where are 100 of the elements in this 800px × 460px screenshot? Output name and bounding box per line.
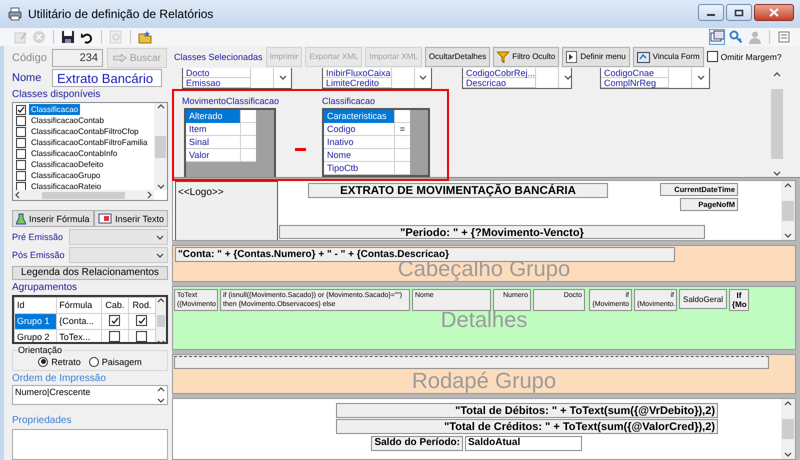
table-field[interactable]: LimiteCredito (323, 78, 392, 88)
action-button[interactable]: Filtro Oculto (493, 46, 560, 67)
scrollbar-thumb[interactable] (782, 419, 794, 439)
checkbox[interactable] (16, 116, 26, 126)
action-button[interactable]: Definir menu (562, 46, 630, 67)
close-button[interactable] (754, 4, 794, 21)
table-field[interactable]: CodigoCobrRej... (463, 68, 536, 78)
table-field[interactable]: InibirFluxoCaixa (323, 68, 392, 78)
scrollbar-thumb[interactable] (771, 88, 783, 158)
vertical-scrollbar[interactable] (770, 72, 784, 176)
separator-field[interactable] (174, 356, 769, 369)
list-item[interactable]: ClassificacaoContabInfo (29, 148, 120, 159)
list-item[interactable]: ClassificacaoDefeito (29, 159, 106, 170)
scrollbar-thumb[interactable] (782, 200, 794, 220)
table-field[interactable]: Valor (186, 148, 256, 162)
close-icon (769, 8, 779, 17)
insert-text-button[interactable]: Inserir Texto (94, 210, 168, 227)
key-button[interactable] (728, 29, 744, 45)
report-field[interactable]: EXTRATO DE MOVIMENTAÇÃO BANCÁRIA (308, 183, 608, 198)
checkbox[interactable] (16, 182, 26, 190)
table-field[interactable]: Item (186, 122, 256, 136)
list-item[interactable]: ClassificacaoContab (29, 115, 106, 126)
action-button[interactable]: Vincula Form (632, 46, 704, 67)
action-button[interactable]: OcultarDetalhes (424, 46, 490, 67)
save-button[interactable] (60, 29, 76, 45)
checkbox[interactable] (16, 170, 26, 180)
table-field[interactable]: Docto (183, 68, 251, 78)
emission-label: Pós Emissão (12, 250, 65, 260)
report-field[interactable]: If {Mo (729, 289, 749, 311)
scrollbar-thumb[interactable] (155, 136, 166, 158)
omit-margin-checkbox[interactable]: Omitir Margem? (706, 51, 782, 62)
table-field[interactable]: TipoCtb (324, 162, 410, 174)
classes-label: Classes disponíveis (12, 90, 102, 100)
checkbox[interactable] (109, 330, 120, 342)
list-item[interactable]: Classificacao (29, 104, 80, 115)
checkbox[interactable] (16, 104, 26, 114)
properties-label: Propriedades (12, 416, 72, 426)
table-field[interactable]: CodigoCnae (601, 68, 669, 78)
table-field[interactable]: Caracteristicas (324, 110, 410, 122)
checkbox[interactable] (16, 138, 26, 148)
list-item[interactable]: ClassificacaoContabFiltroFamilia (29, 137, 150, 148)
table-field[interactable]: Inativo (324, 136, 410, 148)
checkbox[interactable] (109, 315, 120, 326)
list-button[interactable] (776, 29, 792, 45)
report-field[interactable]: "Periodo: " + {?Movimento-Vencto} (279, 225, 705, 239)
classes-list[interactable]: Classificacao ClassificacaoContab ClassificacaoContabFiltroCfop ClassificacaoContabFiltroFamilia ClassificacaoContabInfo ClassificacaoDefeito ClassificacaoGrupo ClassificacaoRateio (12, 102, 168, 201)
list-item[interactable]: ClassificacaoGrupo (29, 170, 102, 181)
report-field[interactable]: "Total de Créditos: " + ToText(sum({@ValorCred}),2) (336, 419, 718, 434)
report-field[interactable]: SaldoAtual (465, 436, 582, 451)
checkbox[interactable] (16, 148, 26, 158)
list-item[interactable]: ClassificacaoContabFiltroCfop (29, 126, 141, 137)
scrollbar-thumb[interactable] (157, 315, 165, 328)
undo-icon (80, 30, 94, 44)
vertical-scrollbar[interactable] (154, 103, 167, 190)
radio-button[interactable]: Paisagem (88, 356, 142, 367)
legend-button[interactable]: Legenda dos Relacionamentos (12, 266, 168, 280)
table-field[interactable]: Nome (324, 148, 410, 162)
checkbox[interactable] (136, 315, 148, 326)
column-header: Fórmula (56, 297, 102, 314)
input-field[interactable]: Extrato Bancário (52, 69, 162, 87)
list-item[interactable]: ClassificacaoRateio (29, 181, 104, 190)
radio-button[interactable]: Retrato (38, 356, 81, 367)
arrow-icon (113, 51, 127, 65)
table-field[interactable]: Emissao (183, 78, 251, 88)
report-field[interactable]: "Total de Débitos: " + ToText(sum({@VrDebito}),2) (336, 403, 718, 418)
vertical-scrollbar[interactable] (781, 181, 795, 240)
edit-icon (13, 30, 27, 44)
maximize-button[interactable] (726, 4, 752, 21)
report-field[interactable]: <<Logo>> (175, 181, 278, 240)
table-field[interactable]: Codigo = (324, 122, 410, 136)
table-field[interactable]: Sinal (186, 136, 256, 148)
check-icon (110, 316, 119, 325)
report-field[interactable]: SaldoGeral (679, 289, 727, 309)
horizontal-scrollbar[interactable] (13, 190, 154, 200)
windows-button[interactable] (709, 29, 725, 45)
minimize-button[interactable] (698, 4, 724, 21)
table-field[interactable]: Alterado (186, 110, 256, 122)
flask-icon (16, 212, 26, 224)
checkbox[interactable] (16, 160, 26, 170)
chevron-up-icon (157, 298, 165, 303)
table-title: MovimentoClassificacao (182, 96, 280, 106)
scrollbar-thumb[interactable] (42, 192, 125, 198)
section-label: Rodapé Grupo (410, 368, 558, 393)
vertical-scrollbar[interactable] (781, 399, 795, 459)
key-icon (729, 30, 743, 44)
table-cell[interactable]: Grupo 1 (14, 313, 57, 330)
insert-formula-button[interactable]: Inserir Fórmula (12, 210, 94, 227)
chevron-right-icon (147, 191, 152, 199)
table-field[interactable]: Descricao (463, 78, 536, 88)
number-field[interactable]: 234 (52, 49, 103, 67)
vertical-scrollbar[interactable] (156, 296, 166, 342)
print-order-field[interactable]: Numero|Crescente (12, 384, 168, 404)
column-header: Cab. (101, 297, 128, 314)
checkbox[interactable] (16, 126, 26, 136)
chevron-up-icon (773, 72, 781, 76)
checkbox[interactable] (136, 330, 148, 342)
folder-button[interactable] (137, 29, 153, 45)
selected-classes-label: Classes Selecionadas (174, 52, 263, 62)
table-field[interactable]: ComplNrReg (601, 78, 669, 88)
report-field[interactable]: Saldo do Período: (371, 436, 463, 451)
